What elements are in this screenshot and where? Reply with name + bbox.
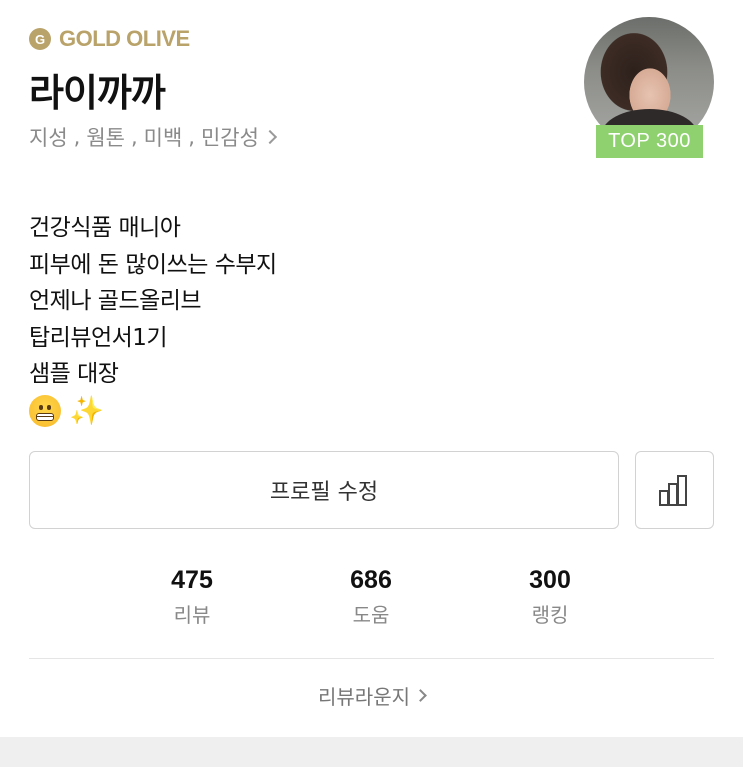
member-grade: G GOLD OLIVE	[29, 26, 190, 52]
bio: 건강식품 매니아 피부에 돈 많이쓰는 수부지 언제나 골드올리브 탑리뷰언서1…	[29, 210, 277, 427]
stats-row: 475 리뷰 686 도움 300 랭킹	[0, 566, 743, 636]
bio-line: 탑리뷰언서1기	[29, 324, 168, 351]
stat-label: 리뷰	[173, 603, 211, 627]
avatar-container[interactable]: TOP 300	[584, 17, 714, 162]
bio-emojis: ✨	[29, 393, 277, 427]
rank-badge: TOP 300	[596, 125, 703, 158]
review-lounge-label: 리뷰라운지	[318, 685, 410, 709]
stat-value: 475	[171, 566, 213, 594]
bar-chart-icon	[658, 475, 687, 506]
skin-type-item: 미백	[143, 126, 183, 150]
bio-line: 언제나 골드올리브	[29, 288, 202, 314]
grade-label: GOLD OLIVE	[59, 26, 190, 51]
stat-label: 랭킹	[531, 603, 569, 627]
nickname: 라이까까	[29, 71, 166, 115]
profile-page: G GOLD OLIVE 라이까까 지성 , 웜톤 , 미백 , 민감성 TOP…	[0, 0, 743, 767]
chevron-right-icon	[414, 689, 427, 702]
grade-badge-icon: G	[29, 28, 51, 50]
skin-type-link[interactable]: 지성 , 웜톤 , 미백 , 민감성	[29, 122, 278, 152]
stat-ranking[interactable]: 300 랭킹	[490, 566, 610, 628]
separator: ,	[130, 125, 138, 149]
skin-type-item: 민감성	[200, 126, 259, 150]
stat-value: 300	[529, 566, 571, 594]
stat-review[interactable]: 475 리뷰	[132, 566, 252, 628]
stat-helpful[interactable]: 686 도움	[311, 566, 431, 628]
review-lounge-link[interactable]: 리뷰라운지	[0, 681, 743, 710]
divider	[29, 658, 714, 659]
separator: ,	[188, 125, 195, 149]
separator: ,	[73, 125, 81, 149]
sparkles-icon: ✨	[69, 393, 104, 427]
chevron-right-icon	[262, 129, 278, 145]
bio-line: 피부에 돈 많이쓰는 수부지	[29, 251, 277, 278]
grimacing-face-icon	[29, 394, 61, 427]
edit-profile-button[interactable]: 프로필 수정	[29, 451, 619, 529]
skin-type-item: 지성	[29, 126, 68, 150]
bio-line: 샘플 대장	[29, 361, 119, 387]
section-divider-band	[0, 737, 743, 767]
bio-line: 건강식품 매니아	[29, 215, 181, 241]
skin-type-item: 웜톤	[86, 126, 125, 150]
stats-button[interactable]	[635, 451, 714, 529]
stat-value: 686	[350, 566, 392, 594]
stat-label: 도움	[352, 603, 390, 627]
